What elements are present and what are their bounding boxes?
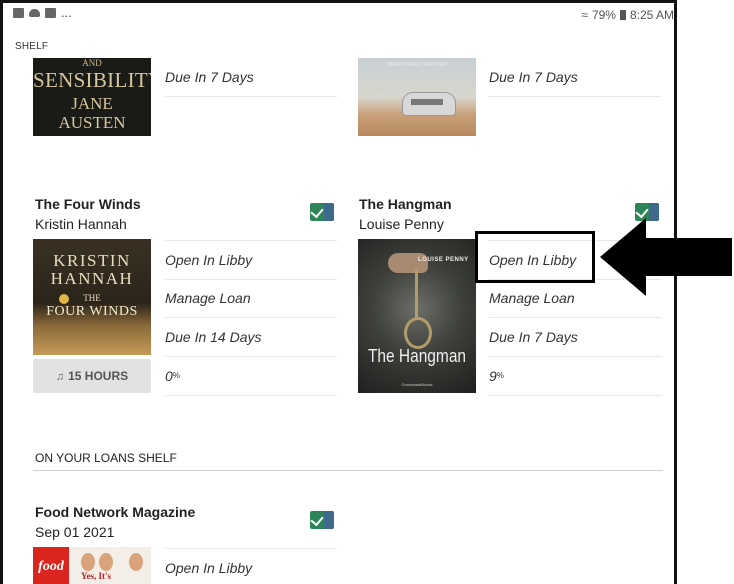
cover-text: THE — [83, 293, 101, 303]
section-divider — [33, 470, 663, 471]
book-title-four-winds[interactable]: The Four Winds — [35, 196, 141, 212]
trailer-illustration — [402, 92, 456, 116]
battery-percent: 79% — [591, 8, 616, 22]
audiobook-hours-button[interactable]: ♫ 15 HOURS — [33, 359, 151, 393]
cover-author-last: HANNAH — [50, 269, 134, 288]
cover-headline: Yes, It's — [81, 571, 112, 581]
due-date-book2: Due In 7 Days — [489, 58, 661, 97]
cover-photo — [81, 553, 95, 571]
battery-icon — [619, 10, 626, 20]
cover-author: JANE AUSTEN — [33, 94, 151, 132]
sent-to-device-icon[interactable] — [310, 203, 334, 221]
due-date-book1: Due In 7 Days — [165, 58, 337, 97]
book-cover-sense-and-sensibility[interactable]: AND SENSIBILITY JANE AUSTEN — [33, 58, 151, 136]
reading-progress: 9% — [489, 357, 661, 396]
hand-illustration — [388, 253, 428, 273]
book-author-four-winds[interactable]: Kristin Hannah — [35, 216, 127, 232]
book-title-hangman[interactable]: The Hangman — [359, 196, 452, 212]
tablet-screen: ... ≈ 79% 8:25 AM SHELF AND SENSIBILITY … — [0, 0, 677, 584]
due-date: Due In 14 Days — [165, 318, 337, 357]
cover-title: FOUR WINDS — [46, 304, 138, 319]
more-notifications: ... — [61, 5, 72, 20]
hours-label: 15 HOURS — [68, 369, 129, 383]
open-in-libby-link[interactable]: Open In Libby — [165, 240, 337, 280]
wifi-icon: ≈ — [581, 8, 588, 22]
progress-unit: % — [496, 371, 504, 380]
highlight-box — [475, 231, 595, 283]
cover-publisher: GoodreadsBooks — [401, 382, 433, 387]
cover-author-last: AUSTEN — [58, 113, 126, 132]
cover-author: LOUISE PENNY — [418, 257, 469, 263]
cloud-notification-icon — [29, 9, 40, 17]
book-cover-trailer[interactable]: TWENTY-FIRST CENTURY — [358, 58, 476, 136]
cover-text: AND — [82, 58, 102, 68]
page-title: SHELF — [15, 41, 49, 52]
noose-illustration — [404, 317, 432, 349]
section-heading: ON YOUR LOANS SHELF — [35, 451, 177, 465]
cover-title: The Hangman — [367, 346, 467, 366]
rope-illustration — [415, 269, 418, 319]
book-cover-four-winds[interactable]: KRISTIN HANNAH THE FOUR WINDS — [33, 239, 151, 355]
progress-unit: % — [172, 371, 180, 380]
book-author-hangman[interactable]: Louise Penny — [359, 216, 444, 232]
manage-loan-link[interactable]: Manage Loan — [165, 279, 337, 318]
cover-photo — [99, 553, 113, 571]
cover-title: SENSIBILITY — [33, 68, 151, 92]
cover-photo — [129, 553, 143, 571]
app-notification-icon — [45, 8, 56, 18]
cover-author-first: KRISTIN — [53, 251, 131, 270]
cover-author-first: JANE — [71, 94, 113, 113]
magazine-title[interactable]: Food Network Magazine — [35, 504, 195, 520]
cover-caption: TWENTY-FIRST CENTURY — [385, 62, 449, 68]
magazine-logo: food — [33, 547, 69, 584]
due-date: Due In 7 Days — [489, 318, 661, 357]
magazine-date: Sep 01 2021 — [35, 524, 115, 540]
open-in-libby-link[interactable]: Open In Libby — [165, 548, 337, 584]
system-status: ≈ 79% 8:25 AM — [581, 8, 674, 22]
headphones-icon: ♫ — [55, 371, 65, 383]
reading-progress: 0% — [165, 357, 337, 396]
notification-icons: ... — [13, 5, 72, 20]
status-bar: ... ≈ 79% 8:25 AM — [3, 3, 674, 25]
magazine-cover-food-network[interactable]: food Yes, It's — [33, 547, 151, 584]
progress-value: 9 — [489, 368, 497, 384]
pointer-arrow-icon — [600, 218, 732, 296]
clock: 8:25 AM — [629, 8, 674, 22]
progress-value: 0 — [165, 368, 173, 384]
image-notification-icon — [13, 8, 24, 18]
sent-to-device-icon[interactable] — [310, 511, 334, 529]
book-cover-hangman[interactable]: LOUISE PENNY The Hangman GoodreadsBooks — [358, 239, 476, 393]
